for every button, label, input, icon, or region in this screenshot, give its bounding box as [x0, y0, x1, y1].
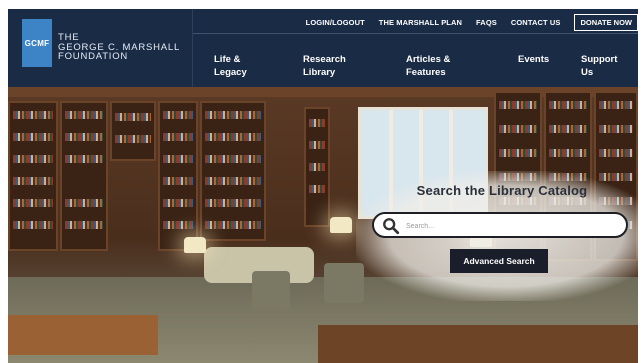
utility-nav: LOGIN/LOGOUT THE MARSHALL PLAN FAQS CONT…: [306, 13, 638, 31]
logo-text: THE GEORGE C. MARSHALL FOUNDATION: [58, 19, 180, 62]
donate-now-button[interactable]: DONATE NOW: [574, 13, 638, 31]
bookshelf: [200, 101, 266, 241]
bookshelf: [158, 101, 198, 251]
nav-item-support-us[interactable]: Support Us: [581, 53, 617, 79]
faqs-link[interactable]: FAQS: [476, 18, 497, 27]
advanced-search-button[interactable]: Advanced Search: [450, 249, 548, 273]
nav-label: Life &: [214, 54, 241, 65]
nav-label: Articles &: [406, 54, 451, 65]
lamp: [184, 237, 206, 253]
nav-label: Legacy: [214, 67, 247, 78]
site-logo[interactable]: GCMF THE GEORGE C. MARSHALL FOUNDATION: [22, 19, 180, 69]
nav-item-life-legacy[interactable]: Life & Legacy: [214, 53, 247, 79]
nav-label: Events: [518, 54, 550, 65]
nav-label: Support: [581, 54, 618, 65]
search-box[interactable]: [372, 212, 628, 238]
bookshelf: [60, 101, 108, 251]
nav-label: Library: [303, 67, 336, 78]
header-divider-vertical: [192, 9, 193, 87]
bookshelf: [8, 101, 58, 251]
nav-item-articles-features[interactable]: Articles & Features: [406, 53, 450, 79]
logo-mark: GCMF: [22, 19, 52, 67]
reading-table: [8, 315, 158, 355]
header-divider: [193, 33, 638, 34]
lamp: [330, 217, 352, 233]
nav-item-events[interactable]: Events: [518, 53, 549, 66]
marshall-plan-link[interactable]: THE MARSHALL PLAN: [379, 18, 462, 27]
login-logout-link[interactable]: LOGIN/LOGOUT: [306, 18, 365, 27]
nav-label: Features: [406, 67, 446, 78]
search-icon[interactable]: [382, 217, 400, 235]
search-catalog-title: Search the Library Catalog: [416, 183, 588, 198]
bookshelf: [304, 107, 330, 227]
nav-label: Research: [303, 54, 346, 65]
desk: [318, 325, 638, 363]
nav-label: Us: [581, 67, 594, 78]
logo-line-3: FOUNDATION: [58, 51, 129, 62]
page-frame: GCMF THE GEORGE C. MARSHALL FOUNDATION L…: [8, 9, 638, 363]
nav-item-research-library[interactable]: Research Library: [303, 53, 346, 79]
site-header: GCMF THE GEORGE C. MARSHALL FOUNDATION L…: [8, 9, 638, 87]
contact-us-link[interactable]: CONTACT US: [511, 18, 561, 27]
armchair: [252, 271, 290, 311]
bookshelf: [110, 101, 156, 161]
search-input[interactable]: [404, 217, 618, 235]
